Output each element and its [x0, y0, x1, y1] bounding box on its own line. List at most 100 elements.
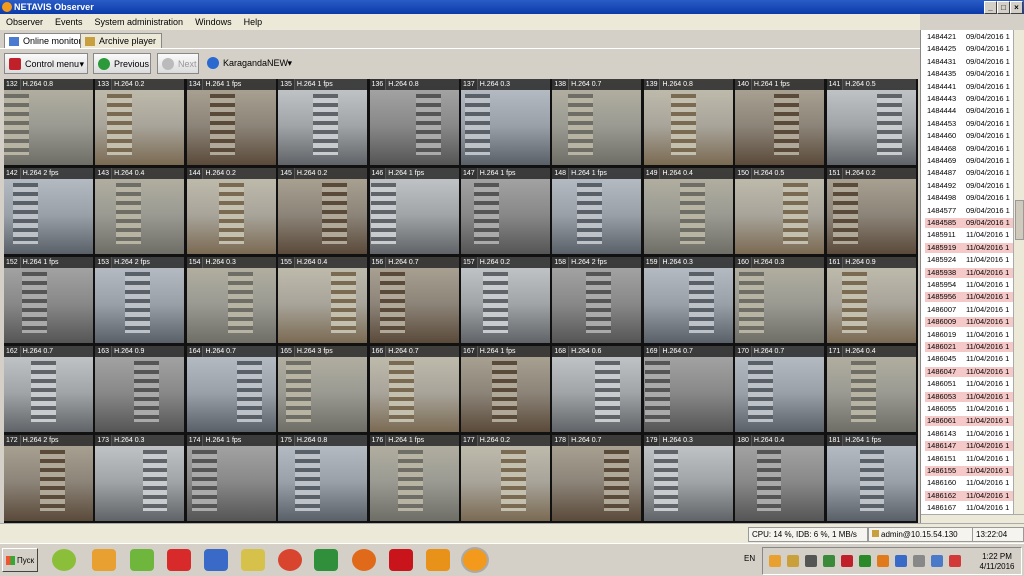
camera-tile[interactable]: 162 H.264 0.7: [4, 346, 93, 432]
camera-tile[interactable]: 137 H.264 0.3: [461, 79, 550, 165]
spreadsheet-app-icon[interactable]: [314, 549, 338, 571]
event-row[interactable]: 1484443 09/04/2016 1: [925, 94, 1013, 104]
event-row[interactable]: 1486167 11/04/2016 1: [925, 503, 1013, 513]
camera-tile[interactable]: 176 H.264 1 fps: [369, 435, 459, 521]
previous-button[interactable]: Previous: [93, 53, 151, 74]
camera-tile[interactable]: 165 H.264 3 fps: [278, 346, 368, 432]
camera-tile[interactable]: 136 H.264 0.8: [369, 79, 459, 165]
tray-app-icon[interactable]: [823, 555, 835, 567]
camera-tile[interactable]: 181 H.264 1 fps: [826, 435, 916, 521]
event-row[interactable]: 1484577 09/04/2016 1: [925, 206, 1013, 216]
event-row[interactable]: 1486047 11/04/2016 1: [925, 366, 1013, 377]
camera-tile[interactable]: 141 H.264 0.5: [826, 79, 916, 165]
menu-windows[interactable]: Windows: [189, 14, 238, 30]
camera-tile[interactable]: 145 H.264 0.2: [278, 168, 368, 254]
event-row[interactable]: 1484425 09/04/2016 1: [925, 44, 1013, 54]
event-row[interactable]: 1485924 11/04/2016 1: [925, 255, 1013, 265]
camera-tile[interactable]: 149 H.264 0.4: [643, 168, 733, 254]
event-row[interactable]: 1486045 11/04/2016 1: [925, 354, 1013, 364]
minimize-button[interactable]: _: [984, 1, 997, 14]
camera-tile[interactable]: 156 H.264 0.7: [369, 257, 459, 343]
camera-tile[interactable]: 155 H.264 0.4: [278, 257, 368, 343]
event-row[interactable]: 1486007 11/04/2016 1: [925, 305, 1013, 315]
camera-tile[interactable]: 167 H.264 1 fps: [461, 346, 550, 432]
camera-tile[interactable]: 158 H.264 2 fps: [552, 257, 642, 343]
camera-tile[interactable]: 163 H.264 0.9: [95, 346, 185, 432]
control-menu-button[interactable]: Control menu ▾: [4, 53, 88, 74]
menu-observer[interactable]: Observer: [0, 14, 49, 30]
close-button[interactable]: ×: [1010, 1, 1023, 14]
camera-tile[interactable]: 154 H.264 0.3: [186, 257, 276, 343]
event-row[interactable]: 1486143 11/04/2016 1: [925, 429, 1013, 439]
chrome-app-icon[interactable]: [278, 549, 302, 571]
event-row[interactable]: 1486051 11/04/2016 1: [925, 379, 1013, 389]
event-row[interactable]: 1484492 09/04/2016 1: [925, 181, 1013, 191]
camera-tile[interactable]: 148 H.264 1 fps: [552, 168, 642, 254]
camera-tile[interactable]: 157 H.264 0.2: [461, 257, 550, 343]
event-row[interactable]: 1484498 09/04/2016 1: [925, 193, 1013, 203]
tool-app-icon[interactable]: [130, 549, 154, 571]
camera-tile[interactable]: 134 H.264 1 fps: [186, 79, 276, 165]
camera-tile[interactable]: 171 H.264 0.4: [826, 346, 916, 432]
event-row[interactable]: 1484431 09/04/2016 1: [925, 57, 1013, 67]
event-row[interactable]: 1486055 11/04/2016 1: [925, 404, 1013, 414]
pdf-app-icon[interactable]: [167, 549, 191, 571]
menu-help[interactable]: Help: [238, 14, 269, 30]
camera-tile[interactable]: 160 H.264 0.3: [735, 257, 825, 343]
camera-tile[interactable]: 139 H.264 0.8: [643, 79, 733, 165]
event-row[interactable]: 1484469 09/04/2016 1: [925, 156, 1013, 166]
event-row[interactable]: 1485911 11/04/2016 1: [925, 230, 1013, 240]
event-row[interactable]: 1485919 11/04/2016 1: [925, 242, 1013, 253]
camera-tile[interactable]: 174 H.264 1 fps: [186, 435, 276, 521]
camera-tile[interactable]: 152 H.264 1 fps: [4, 257, 93, 343]
tray-app-icon[interactable]: [895, 555, 907, 567]
event-row[interactable]: 1484460 09/04/2016 1: [925, 131, 1013, 141]
tab-archive-player[interactable]: Archive player: [80, 33, 163, 49]
event-row[interactable]: 1486019 11/04/2016 1: [925, 330, 1013, 340]
camera-tile[interactable]: 179 H.264 0.3: [643, 435, 733, 521]
camera-tile[interactable]: 180 H.264 0.4: [735, 435, 825, 521]
camera-tile[interactable]: 138 H.264 0.7: [552, 79, 642, 165]
camera-tile[interactable]: 132 H.264 0.8: [4, 79, 93, 165]
camera-tile[interactable]: 151 H.264 0.2: [826, 168, 916, 254]
camera-tile[interactable]: 135 H.264 1 fps: [278, 79, 368, 165]
scroll-thumb[interactable]: [1015, 200, 1024, 240]
tray-app-icon[interactable]: [787, 555, 799, 567]
event-row[interactable]: 1486151 11/04/2016 1: [925, 454, 1013, 464]
flag-icon[interactable]: [913, 555, 925, 567]
camera-tile[interactable]: 146 H.264 1 fps: [369, 168, 459, 254]
menu-events[interactable]: Events: [49, 14, 89, 30]
camera-tile[interactable]: 142 H.264 2 fps: [4, 168, 93, 254]
event-row[interactable]: 1486021 11/04/2016 1: [925, 342, 1013, 352]
event-row[interactable]: 1484468 09/04/2016 1: [925, 144, 1013, 154]
camera-tile[interactable]: 166 H.264 0.7: [369, 346, 459, 432]
network-icon[interactable]: [931, 555, 943, 567]
location-selector[interactable]: KaragandaNEW ▾: [203, 53, 295, 74]
camera-tile[interactable]: 153 H.264 2 fps: [95, 257, 185, 343]
event-row[interactable]: 1484441 09/04/2016 1: [925, 82, 1013, 92]
camera-tile[interactable]: 143 H.264 0.4: [95, 168, 185, 254]
event-row[interactable]: 1486162 11/04/2016 1: [925, 490, 1013, 501]
camera-tile[interactable]: 178 H.264 0.7: [552, 435, 642, 521]
camera-tile[interactable]: 159 H.264 0.3: [643, 257, 733, 343]
start-button[interactable]: Пуск: [2, 548, 38, 572]
tray-app-icon[interactable]: [805, 555, 817, 567]
talk-app-icon[interactable]: [52, 549, 76, 571]
event-row[interactable]: 1484444 09/04/2016 1: [925, 106, 1013, 116]
camera-tile[interactable]: 169 H.264 0.7: [643, 346, 733, 432]
event-row[interactable]: 1484453 09/04/2016 1: [925, 119, 1013, 129]
setup-app-icon[interactable]: [92, 549, 116, 571]
event-row[interactable]: 1485956 11/04/2016 1: [925, 292, 1013, 303]
event-row[interactable]: 1486053 11/04/2016 1: [925, 391, 1013, 402]
camera-tile[interactable]: 164 H.264 0.7: [186, 346, 276, 432]
camera-tile[interactable]: 177 H.264 0.2: [461, 435, 550, 521]
camera-tile[interactable]: 170 H.264 0.7: [735, 346, 825, 432]
camera-tile[interactable]: 140 H.264 1 fps: [735, 79, 825, 165]
acrobat-app-icon[interactable]: [389, 549, 413, 571]
event-row[interactable]: 1485938 11/04/2016 1: [925, 267, 1013, 278]
camera-tile[interactable]: 133 H.264 0.2: [95, 79, 185, 165]
event-row[interactable]: 1484435 09/04/2016 1: [925, 69, 1013, 79]
maximize-button[interactable]: □: [997, 1, 1010, 14]
tray-app-icon[interactable]: [841, 555, 853, 567]
event-row[interactable]: 1486155 11/04/2016 1: [925, 466, 1013, 476]
